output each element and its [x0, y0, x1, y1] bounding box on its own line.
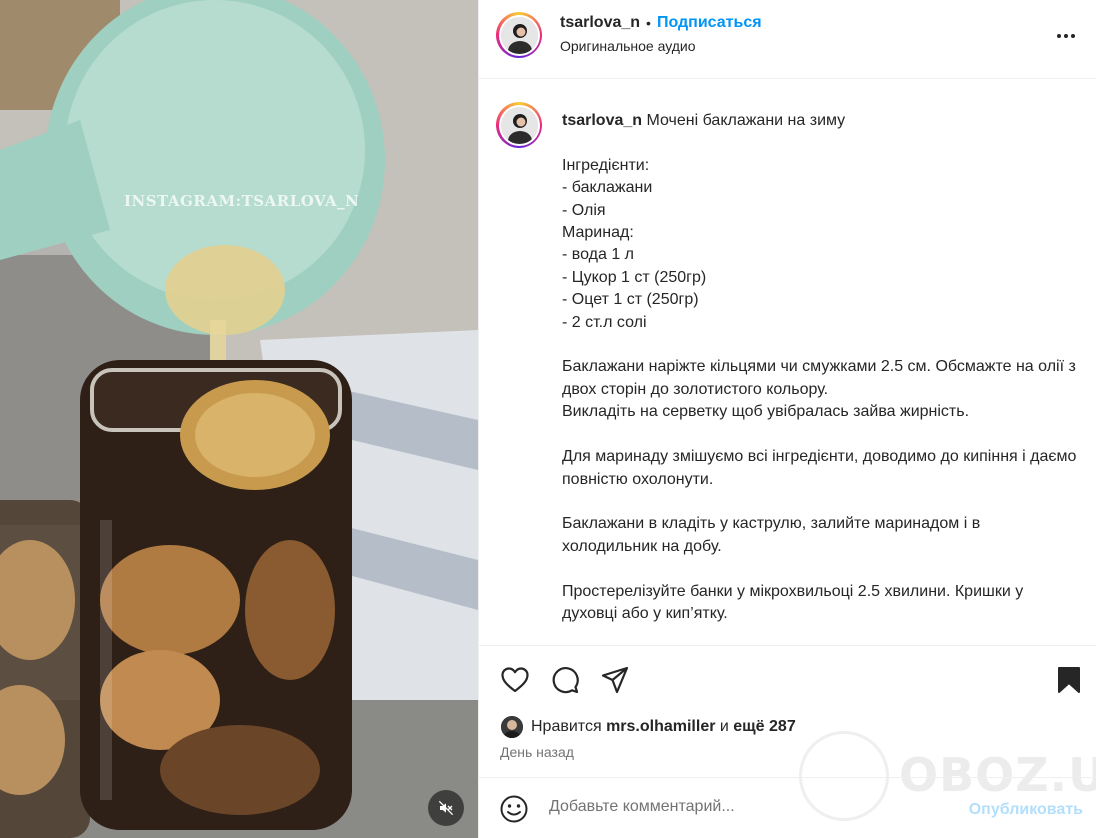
- emoji-button[interactable]: [499, 794, 529, 829]
- mute-button[interactable]: [428, 790, 464, 826]
- likes-summary[interactable]: Нравится mrs.olhamiller и ещё 287: [501, 716, 796, 738]
- share-button[interactable]: [599, 664, 631, 696]
- caption-body: Мочені баклажани на зиму Інгредієнти: - …: [562, 112, 1077, 622]
- liker-username[interactable]: mrs.olhamiller: [606, 718, 715, 736]
- like-button[interactable]: [499, 664, 531, 696]
- caption-text: tsarlova_n Мочені баклажани на зиму Інгр…: [562, 110, 1077, 625]
- save-button[interactable]: [1053, 664, 1085, 696]
- post-comment-button[interactable]: Опубликовать: [969, 801, 1083, 819]
- speaker-muted-icon: [438, 800, 454, 816]
- post-actions: Нравится mrs.olhamiller и ещё 287 День н…: [479, 645, 1096, 773]
- comment-icon: [552, 667, 579, 694]
- caption-author-avatar[interactable]: [496, 102, 542, 148]
- likes-conj: и: [719, 718, 729, 735]
- liker-avatar[interactable]: [501, 716, 523, 738]
- author-avatar[interactable]: [496, 12, 542, 58]
- likes-others[interactable]: ещё 287: [733, 718, 795, 736]
- bookmark-icon: [1058, 667, 1080, 693]
- audio-label[interactable]: Оригинальное аудио: [560, 38, 762, 54]
- likes-prefix: Нравится: [531, 718, 602, 735]
- caption-username[interactable]: tsarlova_n: [562, 112, 642, 129]
- caption-section: tsarlova_n Мочені баклажани на зиму Інгр…: [479, 80, 1096, 645]
- post-media[interactable]: INSTAGRAM:TSARLOVA_N: [0, 0, 478, 838]
- heart-icon: [501, 667, 529, 693]
- header-separator: •: [646, 15, 651, 31]
- more-options-button[interactable]: [1054, 24, 1078, 48]
- comment-input[interactable]: [549, 798, 949, 816]
- author-username[interactable]: tsarlova_n: [560, 14, 640, 32]
- more-horizontal-icon: [1057, 34, 1075, 38]
- post-details-panel: tsarlova_n • Подписаться Оригинальное ау…: [478, 0, 1096, 838]
- media-watermark: INSTAGRAM:TSARLOVA_N: [124, 192, 360, 210]
- comment-button[interactable]: [549, 664, 581, 696]
- post-header: tsarlova_n • Подписаться Оригинальное ау…: [479, 0, 1096, 79]
- post-time[interactable]: День назад: [500, 744, 574, 760]
- smiley-icon: [500, 795, 528, 823]
- comment-bar: Опубликовать: [479, 777, 1096, 838]
- share-icon: [601, 666, 629, 694]
- follow-button[interactable]: Подписаться: [657, 14, 762, 32]
- media-photo: [0, 0, 478, 838]
